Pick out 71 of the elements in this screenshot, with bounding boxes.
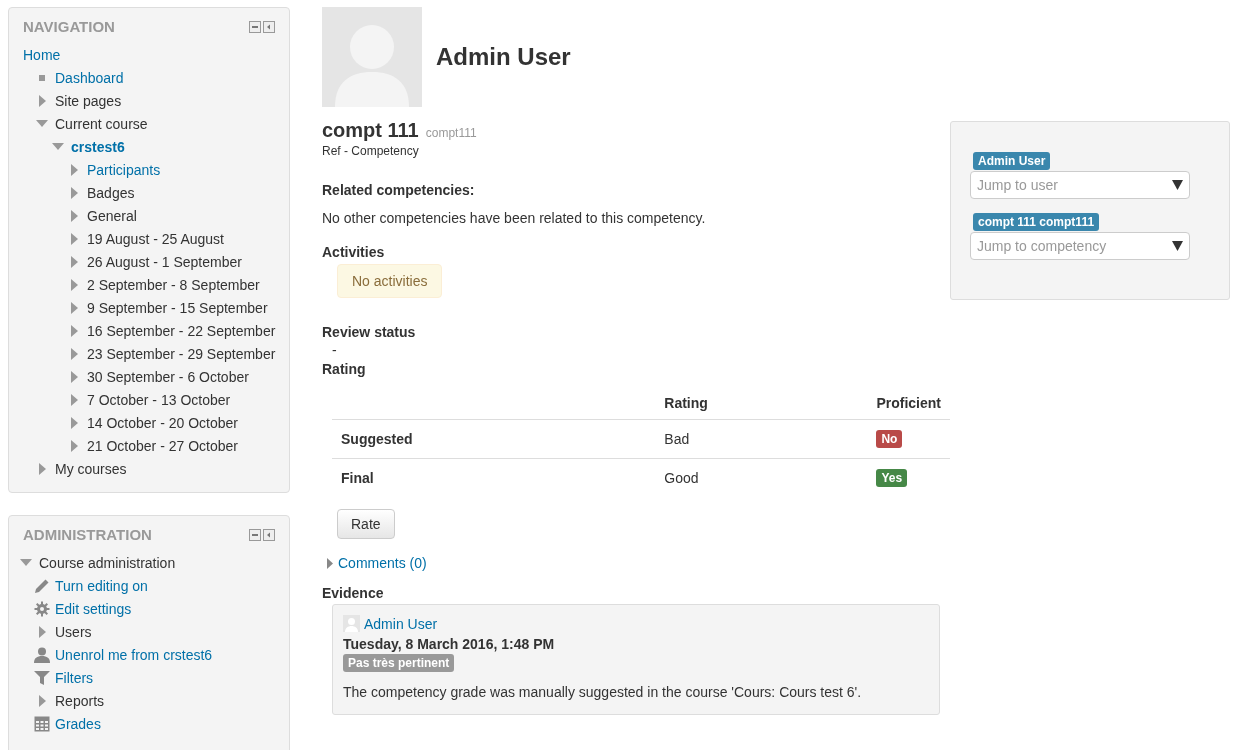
no-activities-notice: No activities — [337, 264, 443, 298]
block-title: ADMINISTRATION — [23, 526, 152, 543]
competency-label: compt 111 compt111 — [973, 213, 1100, 231]
competency-name: compt 111 — [322, 119, 419, 142]
column-header: Proficient — [867, 387, 950, 420]
nav-link[interactable]: Grades — [55, 715, 101, 732]
competency-idnumber: compt111 — [425, 126, 477, 140]
nav-item[interactable]: 2 September - 8 September — [87, 276, 260, 293]
nav-item[interactable]: Users — [55, 623, 92, 640]
evidence-description: The competency grade was manually suggested in the course 'Cours: Cours test 6'. — [343, 684, 863, 700]
evidence-date: Tuesday, 8 March 2016, 1:48 PM — [343, 636, 556, 652]
minimize-icon[interactable] — [249, 20, 261, 33]
nav-item[interactable]: Reports — [55, 692, 105, 709]
nav-item[interactable]: 16 September - 22 September — [87, 322, 276, 339]
column-header: Rating — [655, 387, 868, 420]
nav-item[interactable]: Site pages — [55, 92, 122, 109]
avatar-placeholder — [343, 615, 360, 632]
review-status-value: - — [332, 343, 338, 357]
caret-icon — [1172, 241, 1183, 251]
section-heading: Review status — [322, 324, 417, 340]
related-text: No other competencies have been related to this competency. — [322, 210, 707, 226]
nav-link[interactable]: Participants — [87, 161, 161, 178]
nav-item[interactable]: 30 September - 6 October — [87, 368, 249, 385]
block-title: NAVIGATION — [23, 18, 115, 35]
person-icon — [34, 646, 50, 663]
table-icon — [34, 715, 50, 732]
nav-item[interactable]: 21 October - 27 October — [87, 437, 238, 454]
filter-icon — [34, 669, 50, 686]
user-label: Admin User — [973, 152, 1051, 170]
rate-button[interactable]: Rate — [337, 509, 395, 539]
nav-link[interactable]: Dashboard — [55, 69, 124, 86]
nav-item[interactable]: General — [87, 207, 137, 224]
nav-item[interactable]: 9 September - 15 September — [87, 299, 268, 316]
nav-link[interactable]: Filters — [55, 669, 94, 686]
gear-icon — [34, 600, 50, 617]
section-heading: Activities — [322, 244, 386, 260]
nav-item[interactable]: Badges — [87, 184, 135, 201]
nav-link[interactable]: Unenrol me from crstest6 — [55, 646, 213, 663]
nav-link[interactable]: Turn editing on — [55, 577, 148, 594]
nav-link[interactable]: Edit settings — [55, 600, 132, 617]
nav-item[interactable]: 19 August - 25 August — [87, 230, 224, 247]
grade-badge: Pas très pertinent — [343, 654, 455, 672]
nav-item[interactable]: 23 September - 29 September — [87, 345, 276, 362]
section-heading: Evidence — [322, 585, 385, 601]
proficiency-badge: Yes — [876, 469, 908, 487]
row-label: Suggested — [332, 419, 656, 459]
nav-item[interactable]: Course administration — [39, 554, 176, 571]
section-heading: Rating — [322, 361, 367, 377]
section-heading: Related competencies: — [322, 182, 476, 198]
nav-item[interactable]: My courses — [55, 460, 127, 477]
dock-icon[interactable] — [263, 20, 275, 33]
dock-icon[interactable] — [263, 528, 275, 541]
user-name-heading: Admin User — [436, 43, 571, 71]
user-link[interactable]: Admin User — [364, 615, 438, 632]
nav-item[interactable]: 26 August - 1 September — [87, 253, 242, 270]
collapsed-arrow-icon — [327, 557, 333, 569]
nav-link[interactable]: Home — [23, 46, 61, 63]
nav-item[interactable]: 14 October - 20 October — [87, 414, 238, 431]
nav-item[interactable]: 7 October - 13 October — [87, 391, 231, 408]
rating-cell: Bad — [655, 419, 868, 459]
rating-cell: Good — [655, 458, 868, 497]
nav-link[interactable]: crstest6 — [71, 138, 125, 155]
framework-name: Ref - Competency — [322, 144, 420, 158]
row-label: Final — [332, 458, 656, 497]
caret-icon — [1172, 180, 1183, 190]
pencil-icon — [34, 577, 50, 594]
proficiency-badge: No — [876, 430, 903, 448]
nav-item[interactable]: Current course — [55, 115, 148, 132]
bullet-icon — [39, 74, 45, 81]
comments-link[interactable]: Comments (0) — [338, 555, 427, 571]
minimize-icon[interactable] — [249, 528, 261, 541]
